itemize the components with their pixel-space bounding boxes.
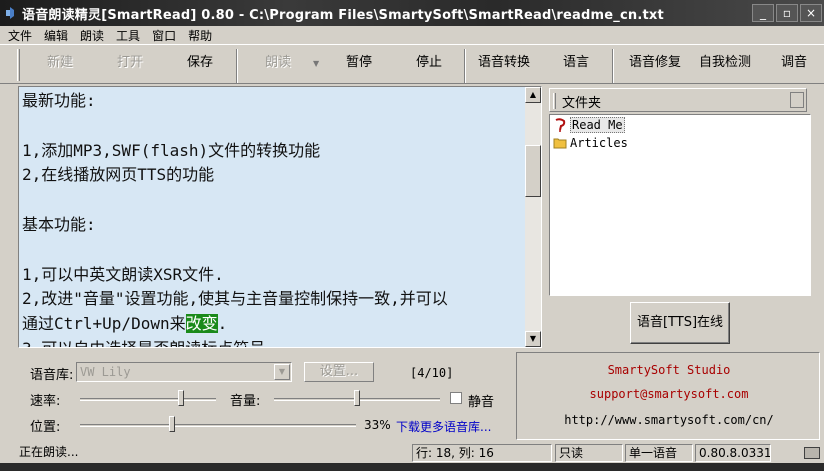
voice-settings-button[interactable]: 设置...: [304, 362, 374, 382]
toolbar: 新建 打开 保存 朗读 ▼ 暂停 停止 语音转换 语言 语音修复 自我检测 调音: [0, 44, 824, 84]
doc-line-current: 通过Ctrl+Up/Down来改变.: [22, 312, 526, 337]
window-title: 语音朗读精灵[SmartRead] 0.80 - C:\Program File…: [22, 7, 664, 23]
volume-slider-thumb[interactable]: [354, 390, 360, 406]
status-voice-mode: 单一语音: [625, 444, 693, 462]
minimize-button[interactable]: _: [752, 4, 774, 22]
position-label: 位置:: [30, 420, 61, 435]
info-panel: SmartySoft Studio support@smartysoft.com…: [516, 352, 820, 440]
tree-item-readme[interactable]: Read Me: [553, 117, 625, 133]
restore-button[interactable]: ▫: [776, 4, 798, 22]
vertical-scrollbar[interactable]: ▲ ▼: [525, 87, 541, 347]
voice-repair-button[interactable]: 语音修复: [625, 51, 685, 71]
toolbar-separator: [464, 49, 466, 83]
scroll-up-icon[interactable]: ▲: [525, 87, 541, 103]
voice-index: [4/10]: [410, 366, 454, 380]
menu-tools[interactable]: 工具: [110, 27, 146, 44]
volume-label: 音量:: [230, 394, 261, 409]
menu-file[interactable]: 文件: [2, 27, 38, 44]
toolbar-separator: [236, 49, 238, 83]
status-bar: 正在朗读... 行: 18, 列: 16 只读 单一语音 0.80.8.0331: [0, 443, 824, 463]
document-text-area[interactable]: 最新功能: 1,添加MP3,SWF(flash)文件的转换功能 2,在线播放网页…: [18, 86, 542, 348]
read-dropdown-icon[interactable]: ▼: [313, 59, 319, 68]
studio-name: SmartySoft Studio: [607, 363, 731, 377]
desktop-background: [0, 463, 824, 471]
language-button[interactable]: 语言: [560, 51, 592, 71]
status-cursor-position: 行: 18, 列: 16: [412, 444, 552, 462]
website-url[interactable]: http://www.smartysoft.com/cn/: [517, 413, 821, 427]
slider-track: [80, 398, 216, 401]
folder-panel-title: 文件夹: [562, 96, 602, 111]
doc-line: 1,可以中英文朗读XSR文件.: [22, 264, 224, 284]
voice-library-value: VW Lily: [80, 365, 131, 379]
doc-line: 基本功能:: [22, 214, 96, 234]
status-mode: 只读: [555, 444, 623, 462]
scroll-down-icon[interactable]: ▼: [525, 331, 541, 347]
menu-window[interactable]: 窗口: [146, 27, 182, 44]
folder-icon: [553, 138, 567, 149]
speed-label: 速率:: [30, 394, 61, 409]
support-email[interactable]: support@smartysoft.com: [517, 387, 821, 401]
read-button[interactable]: 朗读: [262, 51, 294, 71]
speed-slider[interactable]: [80, 390, 216, 408]
speed-slider-thumb[interactable]: [178, 390, 184, 406]
title-bar: 语音朗读精灵[SmartRead] 0.80 - C:\Program File…: [0, 0, 824, 26]
doc-line: 1,添加MP3,SWF(flash)文件的转换功能: [22, 140, 321, 160]
doc-line: 最新功能:: [22, 91, 96, 110]
save-button[interactable]: 保存: [184, 51, 216, 71]
self-check-button[interactable]: 自我检测: [695, 51, 755, 71]
volume-slider[interactable]: [274, 390, 440, 408]
folder-tree[interactable]: Read Me Articles: [549, 114, 811, 296]
pause-button[interactable]: 暂停: [343, 51, 375, 71]
tree-item-label: Articles: [570, 136, 628, 150]
voice-library-label: 语音库:: [30, 368, 74, 383]
position-slider[interactable]: [80, 416, 356, 434]
tune-button[interactable]: 调音: [778, 51, 810, 71]
doc-line-suffix: .: [217, 314, 228, 334]
doc-line-prefix: 通过Ctrl+Up/Down来: [22, 314, 186, 334]
resize-grip-icon[interactable]: [804, 447, 820, 459]
scroll-thumb[interactable]: [525, 145, 541, 197]
toolbar-grip[interactable]: [17, 49, 20, 81]
new-button[interactable]: 新建: [44, 51, 76, 71]
readme-icon: [555, 118, 566, 132]
voice-convert-button[interactable]: 语音转换: [474, 51, 534, 71]
menu-bar: 文件 编辑 朗读 工具 窗口 帮助: [0, 26, 824, 44]
app-speaker-icon: [6, 7, 14, 19]
doc-line: [22, 114, 526, 139]
status-version: 0.80.8.0331: [695, 444, 771, 462]
status-reading: 正在朗读...: [19, 445, 79, 459]
menu-help[interactable]: 帮助: [182, 27, 218, 44]
doc-line: [22, 238, 526, 263]
voice-library-select[interactable]: VW Lily ▼: [76, 362, 292, 382]
doc-line: [22, 188, 526, 213]
tts-online-button[interactable]: 语音[TTS]在线: [630, 302, 730, 344]
toolbar-separator: [612, 49, 614, 83]
stop-button[interactable]: 停止: [413, 51, 445, 71]
doc-line: 2,改进"音量"设置功能,使其与主音量控制保持一致,并可以: [22, 289, 448, 309]
download-voices-link[interactable]: 下载更多语音库...: [396, 418, 491, 435]
open-button[interactable]: 打开: [114, 51, 146, 71]
doc-line: 2,在线播放网页TTS的功能: [22, 165, 215, 185]
mute-checkbox[interactable]: [450, 392, 462, 404]
panel-close-icon[interactable]: [790, 92, 804, 108]
tree-item-label: Read Me: [570, 117, 625, 133]
slider-track: [80, 424, 356, 427]
menu-edit[interactable]: 编辑: [38, 27, 74, 44]
position-slider-thumb[interactable]: [169, 416, 175, 432]
position-percent: 33%: [364, 418, 391, 432]
menu-read[interactable]: 朗读: [74, 27, 110, 44]
panel-grip[interactable]: [553, 93, 556, 109]
folder-panel-header: 文件夹: [549, 88, 807, 112]
reading-highlight: 改变: [185, 314, 218, 334]
close-button[interactable]: ×: [800, 4, 822, 22]
tree-item-articles[interactable]: Articles: [553, 135, 628, 151]
doc-line: 3,可以自由选择是否朗读标点符号: [22, 337, 526, 347]
chevron-down-icon[interactable]: ▼: [274, 364, 290, 380]
mute-label: 静音: [468, 395, 495, 410]
